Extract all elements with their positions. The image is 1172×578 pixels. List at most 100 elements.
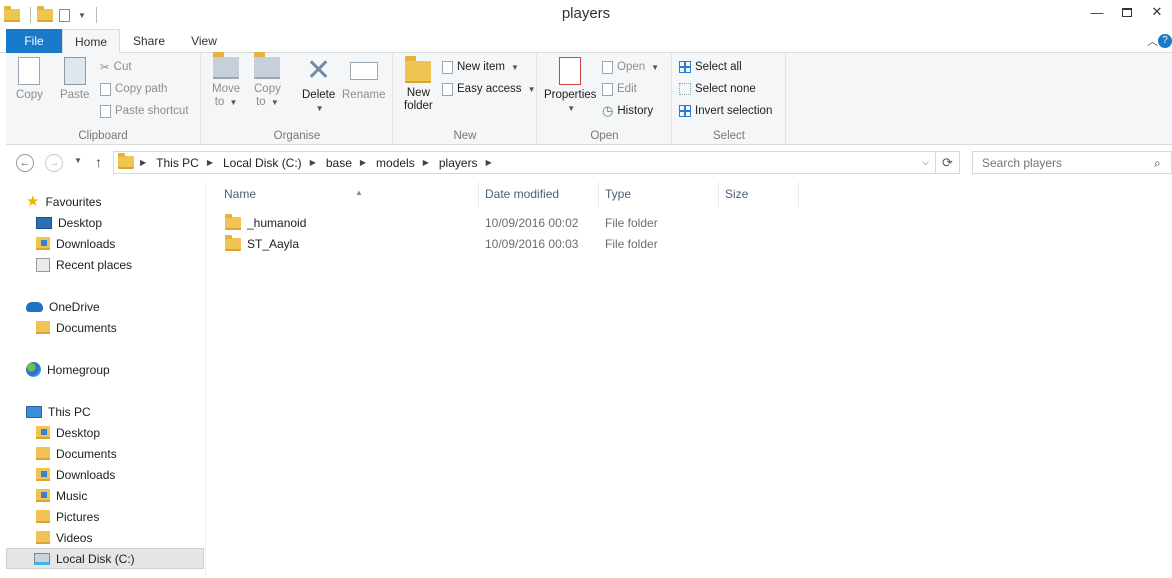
nav-fav-recent-places[interactable]: Recent places <box>36 254 132 275</box>
search-icon[interactable]: ⌕ <box>1154 156 1161 171</box>
search-input[interactable] <box>972 151 1172 174</box>
paste-shortcut-button[interactable]: Paste shortcut <box>100 101 189 121</box>
maximize-button[interactable] <box>1112 0 1142 24</box>
tab-share[interactable]: Share <box>122 29 176 53</box>
downloads-folder-icon <box>36 468 50 481</box>
move-to-button[interactable]: Move to ▼ <box>212 52 240 109</box>
navigation-pane: ★ Favourites Desktop Downloads Recent pl… <box>0 182 206 578</box>
recent-locations-dropdown-icon[interactable]: ▼ <box>74 156 82 165</box>
invert-selection-button[interactable]: Invert selection <box>679 101 772 121</box>
nav-pc-pictures[interactable]: Pictures <box>36 506 99 527</box>
history-button[interactable]: ◷ History <box>602 101 653 121</box>
paste-button[interactable]: Paste <box>60 57 89 102</box>
nav-this-pc[interactable]: This PC <box>26 401 91 422</box>
homegroup-icon <box>26 362 41 377</box>
clipboard-group: Copy Paste ✂ Cut Copy path Paste shortcu… <box>6 53 201 145</box>
refresh-button[interactable]: ⟳ <box>936 151 960 174</box>
breadcrumb-players[interactable]: players ▶ <box>439 156 502 170</box>
nav-pc-music[interactable]: Music <box>36 485 87 506</box>
forward-button[interactable]: → <box>45 154 63 172</box>
open-group: Properties ▼ Open ▼ Edit ◷ History Open <box>538 53 672 145</box>
minimize-ribbon-icon[interactable]: ︿ <box>1147 33 1158 49</box>
nav-pc-downloads[interactable]: Downloads <box>36 464 115 485</box>
table-row[interactable]: ST_Aayla 10/09/2016 00:03 File folder <box>207 234 807 255</box>
nav-onedrive-documents[interactable]: Documents <box>36 317 117 338</box>
cut-button[interactable]: ✂ Cut <box>100 57 132 77</box>
title-bar: ▼ players — ✕ <box>0 0 1172 28</box>
invert-selection-icon <box>679 105 691 117</box>
close-button[interactable]: ✕ <box>1142 0 1172 24</box>
easy-access-dropdown-icon: ▼ <box>527 84 536 94</box>
table-row[interactable]: _humanoid 10/09/2016 00:02 File folder <box>207 213 807 234</box>
nav-pc-videos[interactable]: Videos <box>36 527 92 548</box>
easy-access-button[interactable]: Easy access ▼ <box>442 79 535 99</box>
organise-group-label: Organise <box>273 130 321 142</box>
address-dropdown-icon[interactable]: ⌵ <box>922 157 929 168</box>
breadcrumb-local-disk[interactable]: Local Disk (C:) ▶ <box>223 156 326 170</box>
help-icon[interactable]: ? <box>1158 34 1172 48</box>
history-icon: ◷ <box>602 103 614 118</box>
breadcrumb-this-pc[interactable]: This PC ▶ <box>156 156 223 170</box>
copy-to-icon <box>254 52 281 79</box>
back-button[interactable]: ← <box>16 154 34 172</box>
breadcrumb-base[interactable]: base ▶ <box>326 156 376 170</box>
column-header-date-modified[interactable]: Date modified <box>479 182 599 207</box>
select-all-button[interactable]: Select all <box>679 57 742 77</box>
file-type: File folder <box>605 216 658 230</box>
organise-group: Move to ▼ Copy to ▼ ✕ Delete ▼ Rename Organ… <box>202 52 393 145</box>
copy-button[interactable]: Copy <box>16 57 43 102</box>
breadcrumb-models[interactable]: models ▶ <box>376 156 439 170</box>
file-name: ST_Aayla <box>247 237 300 251</box>
copy-path-button[interactable]: Copy path <box>100 79 167 99</box>
pictures-folder-icon <box>36 510 50 523</box>
new-group: New folder New item ▼ Easy access ▼ New <box>394 53 537 145</box>
up-button[interactable]: ↑ <box>95 154 102 170</box>
tab-home[interactable]: Home <box>62 29 120 54</box>
nav-homegroup[interactable]: Homegroup <box>26 359 110 380</box>
address-bar[interactable]: ▶ This PC ▶ Local Disk (C:) ▶ base ▶ models… <box>113 151 936 174</box>
computer-icon <box>26 405 42 418</box>
easy-access-icon <box>442 82 453 96</box>
ribbon-tabs: File Home Share View ︿ ? <box>0 29 1172 54</box>
nav-pc-local-disk[interactable]: Local Disk (C:) <box>6 548 204 569</box>
nav-favourites[interactable]: ★ Favourites <box>26 191 101 212</box>
nav-pc-desktop[interactable]: Desktop <box>36 422 100 443</box>
edit-icon <box>602 82 613 96</box>
rename-button[interactable]: Rename <box>342 57 385 102</box>
navigation-bar: ← → ▼ ↑ ▶ This PC ▶ Local Disk (C:) ▶ base… <box>0 147 1172 179</box>
minimize-button[interactable]: — <box>1082 0 1112 24</box>
nav-fav-desktop[interactable]: Desktop <box>36 212 102 233</box>
properties-button[interactable]: Properties ▼ <box>544 57 596 115</box>
properties-icon <box>559 57 582 85</box>
delete-x-icon: ✕ <box>306 54 332 87</box>
column-header-type[interactable]: Type <box>599 182 719 207</box>
select-none-button[interactable]: Select none <box>679 79 756 99</box>
copy-path-icon <box>100 82 111 96</box>
nav-pc-documents[interactable]: Documents <box>36 443 117 464</box>
rename-icon <box>349 62 378 80</box>
documents-folder-icon <box>36 447 50 460</box>
tab-file[interactable]: File <box>6 29 62 53</box>
new-folder-button[interactable]: New folder <box>404 56 433 113</box>
nav-onedrive[interactable]: OneDrive <box>26 296 100 317</box>
copy-to-button[interactable]: Copy to ▼ <box>254 52 281 109</box>
nav-fav-downloads[interactable]: Downloads <box>36 233 115 254</box>
select-group-label: Select <box>713 130 745 142</box>
local-disk-icon <box>34 552 50 565</box>
column-header-name[interactable]: Name ▲ <box>218 182 479 207</box>
delete-button[interactable]: ✕ Delete ▼ <box>302 54 335 115</box>
open-button[interactable]: Open ▼ <box>602 57 659 77</box>
music-folder-icon <box>36 489 50 502</box>
column-header-size[interactable]: Size <box>719 182 799 207</box>
file-date: 10/09/2016 00:03 <box>485 237 579 251</box>
tab-view[interactable]: View <box>178 29 230 53</box>
move-to-icon <box>213 52 240 79</box>
desktop-folder-icon <box>36 426 50 439</box>
scissors-icon: ✂ <box>100 62 110 74</box>
new-item-button[interactable]: New item ▼ <box>442 57 519 77</box>
documents-folder-icon <box>36 321 50 334</box>
onedrive-cloud-icon <box>26 301 43 312</box>
file-date: 10/09/2016 00:02 <box>485 216 579 230</box>
ribbon: Copy Paste ✂ Cut Copy path Paste shortcu… <box>6 52 1172 145</box>
edit-button[interactable]: Edit <box>602 79 637 99</box>
